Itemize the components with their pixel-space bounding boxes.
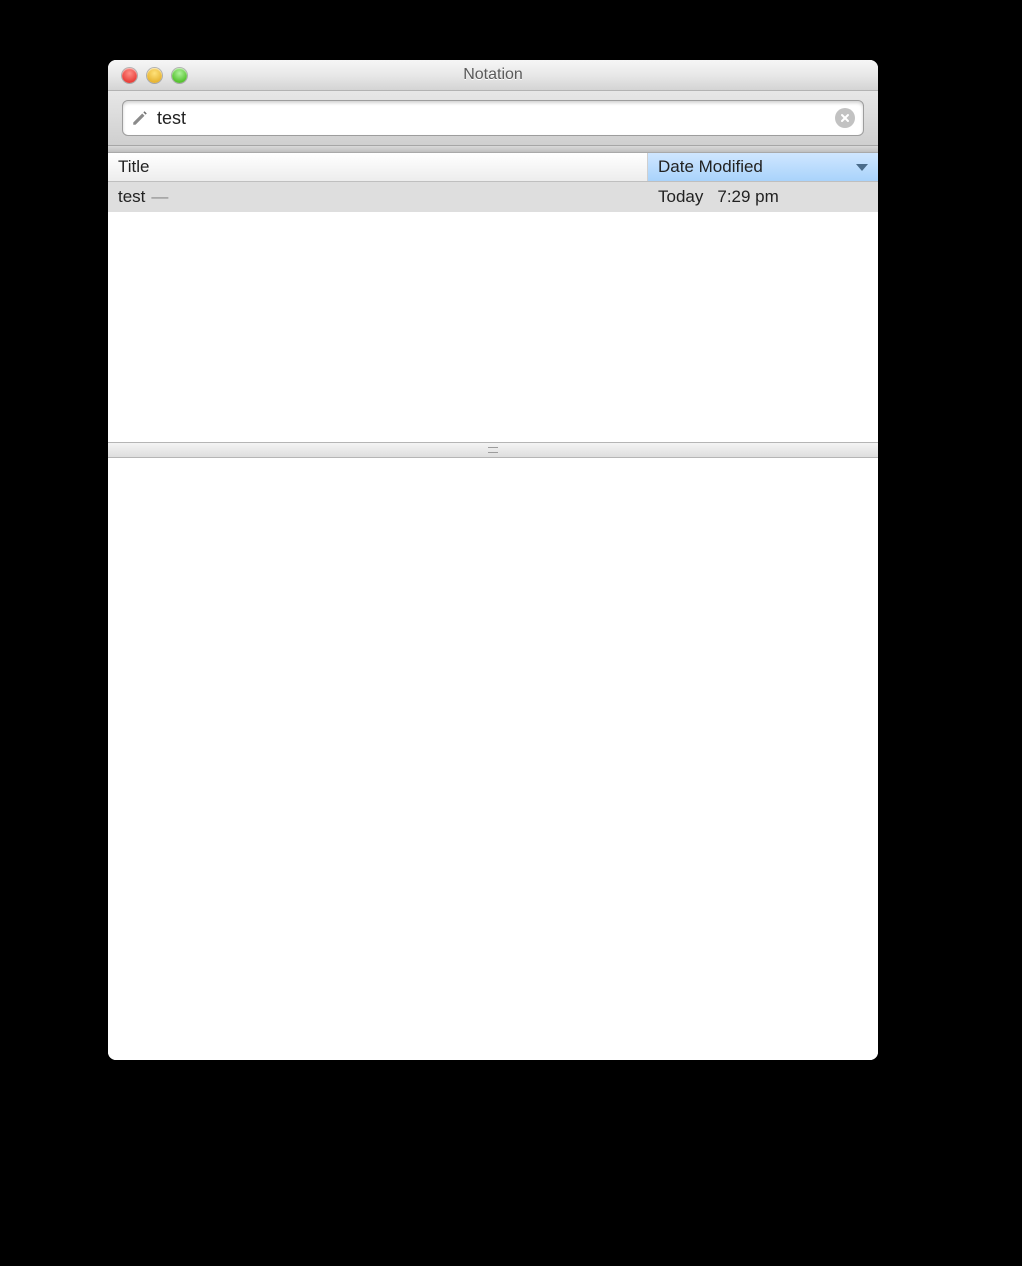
traffic-lights (108, 68, 187, 83)
pencil-icon (131, 109, 149, 127)
titlebar[interactable]: Notation (108, 60, 878, 91)
toolbar-divider (108, 146, 878, 153)
toolbar (108, 91, 878, 146)
window-title: Notation (108, 66, 878, 84)
sort-descending-icon (856, 164, 868, 171)
table-row[interactable]: test — Today 7:29 pm (108, 182, 878, 212)
zoom-button[interactable] (172, 68, 187, 83)
row-date-day: Today (658, 187, 703, 207)
search-input[interactable] (155, 107, 835, 130)
note-textarea[interactable] (118, 468, 872, 1054)
notes-list[interactable]: test — Today 7:29 pm (108, 182, 878, 442)
app-window: Notation Title Date Modified (108, 60, 878, 1060)
column-header-date-label: Date Modified (658, 157, 763, 177)
note-editor (108, 458, 878, 1060)
minimize-button[interactable] (147, 68, 162, 83)
close-button[interactable] (122, 68, 137, 83)
grip-icon (488, 447, 498, 453)
column-header-title-label: Title (118, 157, 150, 177)
split-handle[interactable] (108, 442, 878, 458)
clear-icon[interactable] (835, 108, 855, 128)
table-header: Title Date Modified (108, 153, 878, 182)
row-date-time: 7:29 pm (717, 187, 778, 207)
column-header-title[interactable]: Title (108, 153, 648, 181)
row-title: test (118, 187, 145, 207)
column-header-date[interactable]: Date Modified (648, 153, 878, 181)
search-field[interactable] (122, 100, 864, 136)
row-preview: — (151, 187, 168, 207)
